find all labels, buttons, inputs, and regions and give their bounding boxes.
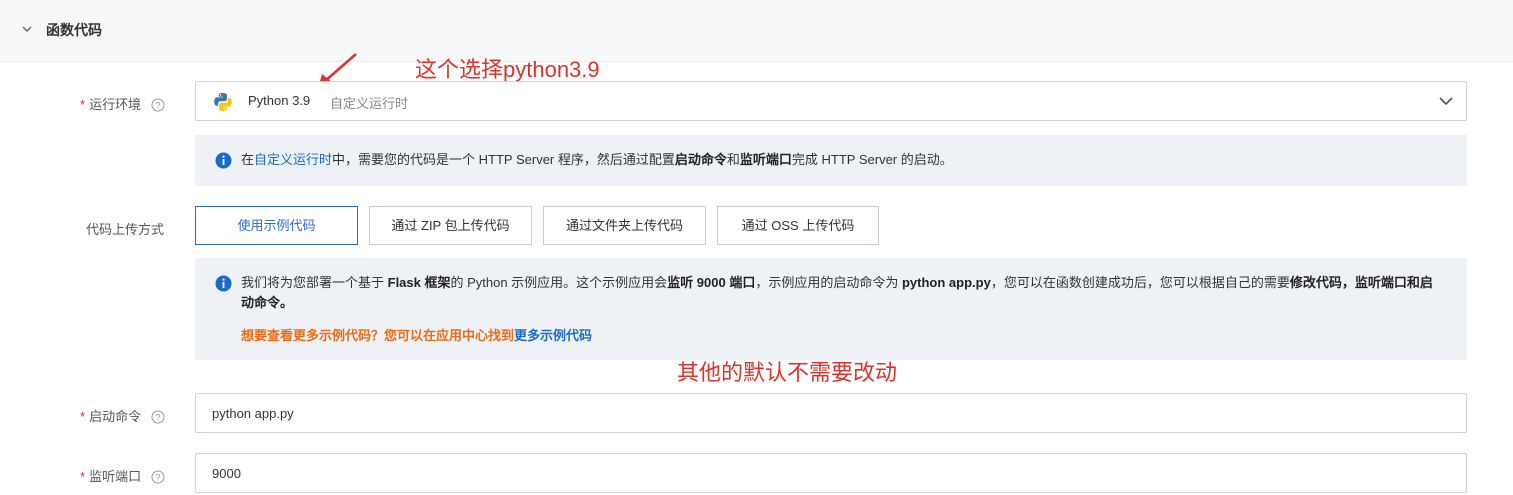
- section-header[interactable]: 函数代码: [0, 0, 1513, 62]
- info-icon: [215, 152, 232, 169]
- python-icon: [214, 93, 232, 111]
- section-title: 函数代码: [46, 22, 102, 38]
- help-icon[interactable]: ?: [151, 470, 165, 484]
- runtime-value: Python 3.9: [248, 93, 311, 108]
- svg-text:?: ?: [155, 413, 160, 423]
- start-command-label: * 启动命令 ?: [80, 406, 165, 425]
- listen-port-input[interactable]: [195, 453, 1467, 493]
- runtime-select[interactable]: Python 3.9 自定义运行时: [195, 81, 1467, 121]
- info-icon: [215, 275, 232, 292]
- help-icon[interactable]: ?: [151, 410, 165, 424]
- upload-option-zip[interactable]: 通过 ZIP 包上传代码: [369, 206, 532, 245]
- runtime-info-box: 在自定义运行时中，需要您的代码是一个 HTTP Server 程序，然后通过配置…: [195, 135, 1467, 186]
- upload-method-label: 代码上传方式: [86, 222, 165, 237]
- runtime-info-text: 在自定义运行时中，需要您的代码是一个 HTTP Server 程序，然后通过配置…: [241, 152, 953, 167]
- annotation-default-note: 其他的默认不需要改动: [677, 360, 898, 385]
- upload-option-folder[interactable]: 通过文件夹上传代码: [543, 206, 706, 245]
- svg-text:?: ?: [155, 101, 160, 111]
- upload-option-oss[interactable]: 通过 OSS 上传代码: [717, 206, 879, 245]
- sample-info-box: 我们将为您部署一个基于 Flask 框架的 Python 示例应用。这个示例应用…: [195, 258, 1467, 360]
- chevron-down-icon[interactable]: [20, 22, 34, 36]
- runtime-tag: 自定义运行时: [330, 96, 409, 111]
- sample-info-text: 我们将为您部署一个基于 Flask 框架的 Python 示例应用。这个示例应用…: [241, 275, 1433, 310]
- upload-option-sample[interactable]: 使用示例代码: [195, 206, 358, 245]
- annotation-runtime-note: 这个选择python3.9: [415, 57, 600, 82]
- custom-runtime-link[interactable]: 自定义运行时: [254, 152, 332, 167]
- help-icon[interactable]: ?: [151, 98, 165, 112]
- start-command-input[interactable]: [195, 393, 1467, 433]
- more-samples-line: 想要查看更多示例代码？您可以在应用中心找到更多示例代码: [241, 328, 593, 343]
- runtime-label: * 运行环境 ?: [80, 94, 165, 113]
- chevron-down-icon[interactable]: [1438, 95, 1454, 107]
- svg-text:?: ?: [155, 473, 160, 483]
- listen-port-label: * 监听端口 ?: [80, 466, 165, 485]
- more-samples-link[interactable]: 更多示例代码: [514, 328, 592, 343]
